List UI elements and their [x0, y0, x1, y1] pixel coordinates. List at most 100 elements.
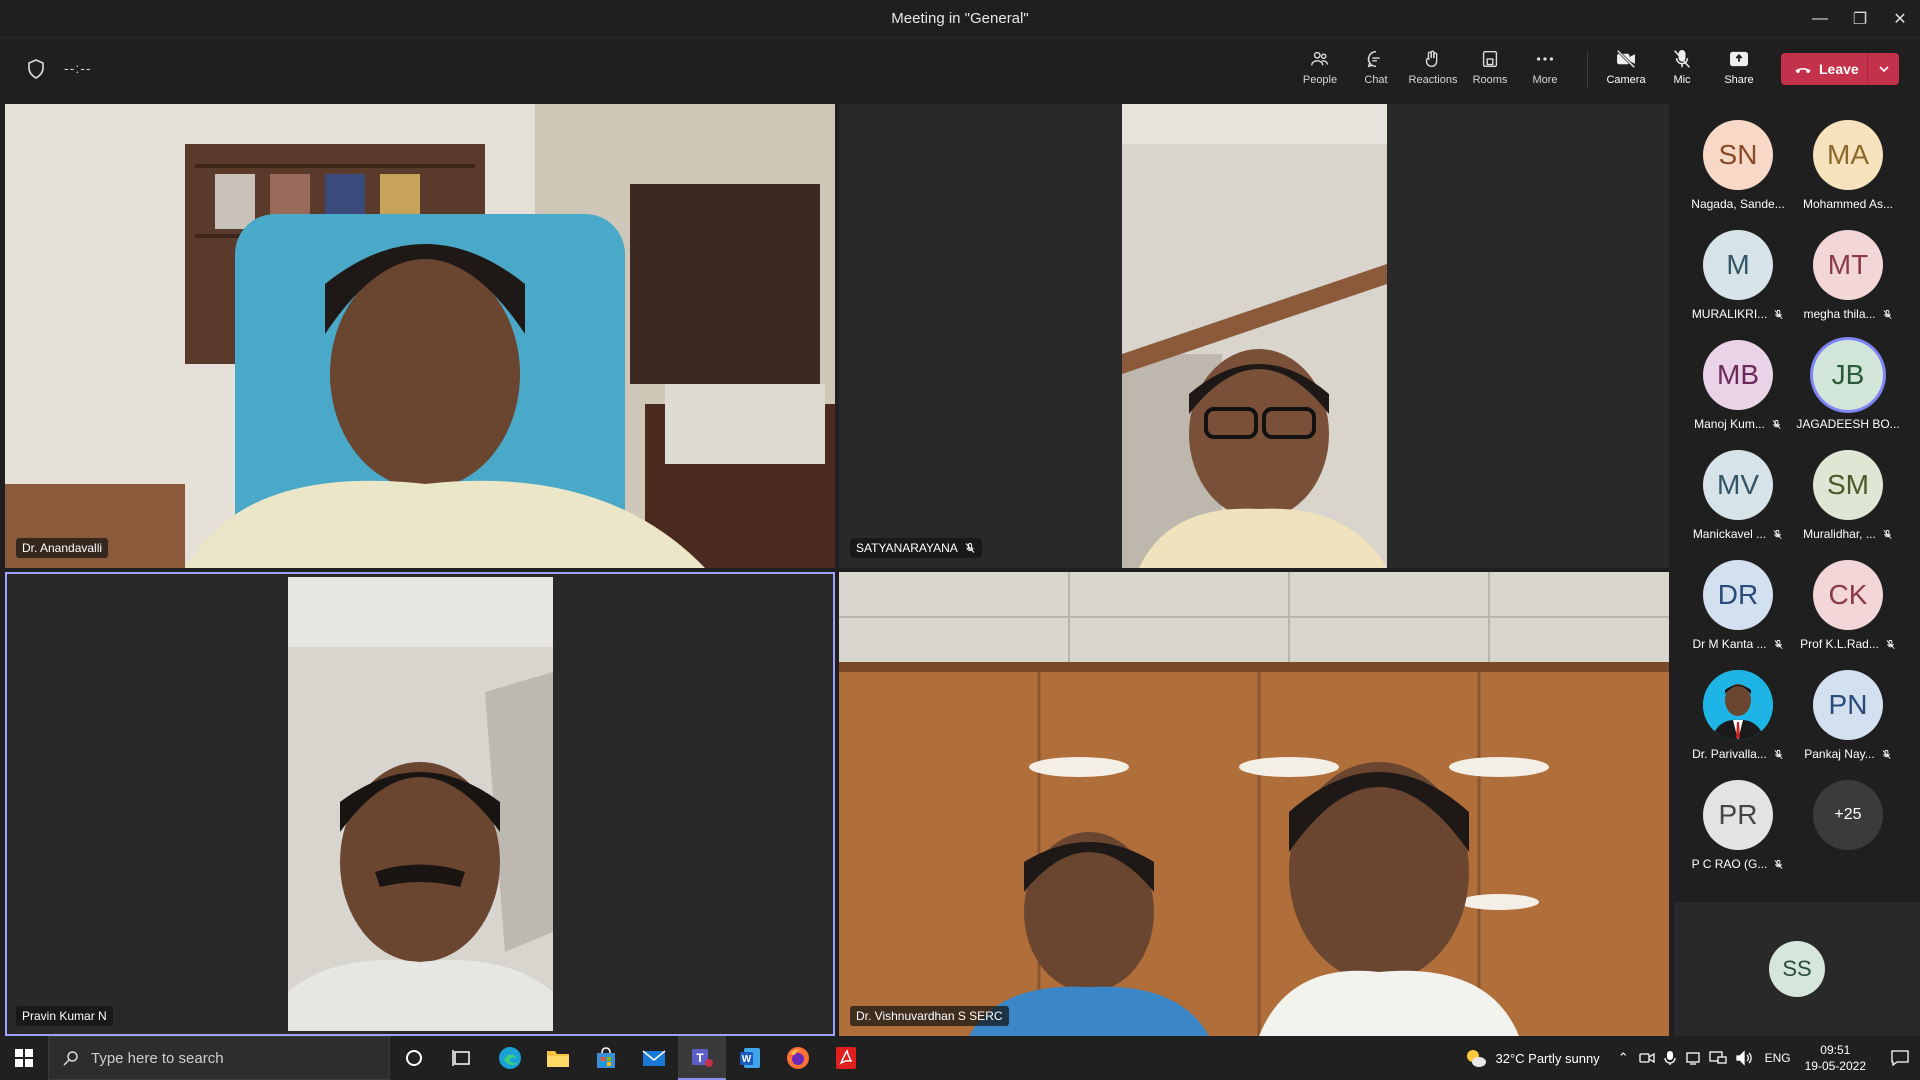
- clock[interactable]: 09:51 19-05-2022: [1805, 1042, 1866, 1074]
- self-view-tile[interactable]: SS: [1674, 902, 1920, 1036]
- rooms-button[interactable]: Rooms: [1462, 48, 1518, 94]
- roster-name: JAGADEESH BO...: [1796, 417, 1899, 431]
- roster-item[interactable]: PN Pankaj Nay...: [1793, 670, 1903, 780]
- share-button[interactable]: Share: [1711, 48, 1767, 94]
- roster-name-text: Manickavel ...: [1692, 527, 1767, 541]
- roster-item[interactable]: SM Muralidhar, ...: [1793, 450, 1903, 560]
- camera-label: Camera: [1606, 74, 1646, 86]
- roster-item[interactable]: PR P C RAO (G...: [1683, 780, 1793, 890]
- microphone-icon[interactable]: [1663, 1050, 1677, 1066]
- clock-date: 19-05-2022: [1804, 1059, 1866, 1073]
- start-button[interactable]: [0, 1036, 48, 1080]
- cortana-icon: [406, 1050, 422, 1066]
- roster-name-text: Manoj Kum...: [1694, 417, 1765, 431]
- roster-item[interactable]: Dr. Parivalla...: [1683, 670, 1793, 780]
- mic-button[interactable]: Mic: [1654, 48, 1710, 94]
- reactions-button[interactable]: Reactions: [1405, 48, 1461, 94]
- meeting-toolbar: --:-- People Chat Reactions Rooms More C…: [0, 38, 1920, 100]
- roster-item[interactable]: MT megha thila...: [1793, 230, 1903, 340]
- leave-button-group: Leave: [1781, 53, 1899, 85]
- teams-taskbar-button[interactable]: T: [678, 1036, 726, 1080]
- share-icon: [1730, 51, 1748, 67]
- weather-icon[interactable]: [1465, 1048, 1487, 1068]
- roster-name-text: megha thila...: [1803, 307, 1876, 321]
- shield-icon[interactable]: [24, 57, 48, 81]
- firefox-taskbar-button[interactable]: [774, 1036, 822, 1080]
- avatar-photo: [1703, 670, 1773, 740]
- usb-device-icon[interactable]: [1685, 1050, 1701, 1066]
- overflow-count: +25: [1813, 780, 1883, 850]
- share-label: Share: [1724, 74, 1754, 86]
- people-button[interactable]: People: [1292, 48, 1348, 94]
- roster-name-text: Pankaj Nay...: [1804, 747, 1875, 761]
- video-tile-active-speaker[interactable]: Pravin Kumar N: [5, 572, 835, 1036]
- language-indicator[interactable]: ENG: [1765, 1051, 1791, 1065]
- leave-label: Leave: [1819, 61, 1859, 77]
- minimize-button[interactable]: —: [1800, 0, 1840, 38]
- participant-name-tag: Dr. Anandavalli: [16, 538, 109, 558]
- meeting-timer: --:--: [64, 60, 92, 76]
- task-view-button[interactable]: [438, 1036, 486, 1080]
- participant-name-tag: Pravin Kumar N: [16, 1006, 113, 1026]
- file-explorer-taskbar-button[interactable]: [534, 1036, 582, 1080]
- chevron-up-icon[interactable]: ⌃: [1618, 1050, 1629, 1066]
- firefox-icon: [787, 1047, 809, 1069]
- avatar: MA: [1813, 120, 1883, 190]
- task-view-icon: [452, 1050, 470, 1066]
- video-tile[interactable]: Dr. Anandavalli: [5, 104, 835, 568]
- leave-button[interactable]: Leave: [1781, 53, 1867, 85]
- cortana-button[interactable]: [390, 1036, 438, 1080]
- chat-icon: [1367, 50, 1380, 68]
- profile-photo: [1703, 670, 1773, 740]
- network-icon[interactable]: [1708, 1050, 1727, 1066]
- reactions-icon: [1425, 50, 1438, 68]
- meet-now-icon[interactable]: [1638, 1050, 1655, 1066]
- mic-label: Mic: [1673, 74, 1691, 86]
- roster-name: Pankaj Nay...: [1804, 747, 1891, 761]
- roster-item[interactable]: SN Nagada, Sande...: [1683, 120, 1793, 230]
- roster-item[interactable]: MB Manoj Kum...: [1683, 340, 1793, 450]
- mic-muted-icon: [1774, 309, 1783, 319]
- roster-name: Dr M Kanta ...: [1692, 637, 1783, 651]
- video-tile[interactable]: Dr. Vishnuvardhan S SERC: [839, 572, 1669, 1036]
- participant-video: [839, 572, 1669, 1036]
- taskbar-search-box[interactable]: Type here to search: [48, 1036, 390, 1080]
- roster-name-text: Muralidhar, ...: [1803, 527, 1876, 541]
- edge-taskbar-button[interactable]: [486, 1036, 534, 1080]
- roster-name-text: P C RAO (G...: [1691, 857, 1768, 871]
- more-participants-button[interactable]: +25: [1793, 780, 1903, 890]
- mic-muted-icon: [1886, 639, 1895, 649]
- leave-options-button[interactable]: [1867, 53, 1899, 85]
- toolbar-divider: [1587, 52, 1588, 88]
- roster-item-speaking[interactable]: JB JAGADEESH BO...: [1793, 340, 1903, 450]
- chat-button[interactable]: Chat: [1348, 48, 1404, 94]
- mic-muted-icon: [1772, 419, 1781, 429]
- roster-item[interactable]: MV Manickavel ...: [1683, 450, 1793, 560]
- window-controls: — ❐ ✕: [1800, 0, 1920, 38]
- roster-item[interactable]: CK Prof K.L.Rad...: [1793, 560, 1903, 670]
- camera-button[interactable]: Camera: [1598, 48, 1654, 94]
- roster-item[interactable]: M MURALIKRI...: [1683, 230, 1793, 340]
- avatar: SM: [1813, 450, 1883, 520]
- word-taskbar-button[interactable]: W: [726, 1036, 774, 1080]
- participant-name: Dr. Anandavalli: [22, 541, 103, 555]
- close-button[interactable]: ✕: [1880, 0, 1920, 38]
- restore-button[interactable]: ❐: [1840, 0, 1880, 38]
- roster-item[interactable]: DR Dr M Kanta ...: [1683, 560, 1793, 670]
- roster-name: megha thila...: [1803, 307, 1892, 321]
- avatar: SN: [1703, 120, 1773, 190]
- roster-item[interactable]: MA Mohammed As...: [1793, 120, 1903, 230]
- notifications-button[interactable]: [1880, 1036, 1920, 1080]
- windows-logo-icon: [15, 1049, 33, 1067]
- acrobat-taskbar-button[interactable]: [822, 1036, 870, 1080]
- self-avatar: SS: [1769, 941, 1825, 997]
- mail-taskbar-button[interactable]: [630, 1036, 678, 1080]
- more-button[interactable]: More: [1517, 48, 1573, 94]
- volume-icon[interactable]: [1735, 1050, 1753, 1066]
- svg-text:W: W: [742, 1054, 752, 1065]
- participant-video: [5, 104, 835, 568]
- more-icon: [1536, 57, 1554, 61]
- video-tile[interactable]: SATYANARAYANA: [839, 104, 1669, 568]
- store-taskbar-button[interactable]: [582, 1036, 630, 1080]
- weather-text[interactable]: 32°C Partly sunny: [1495, 1051, 1599, 1066]
